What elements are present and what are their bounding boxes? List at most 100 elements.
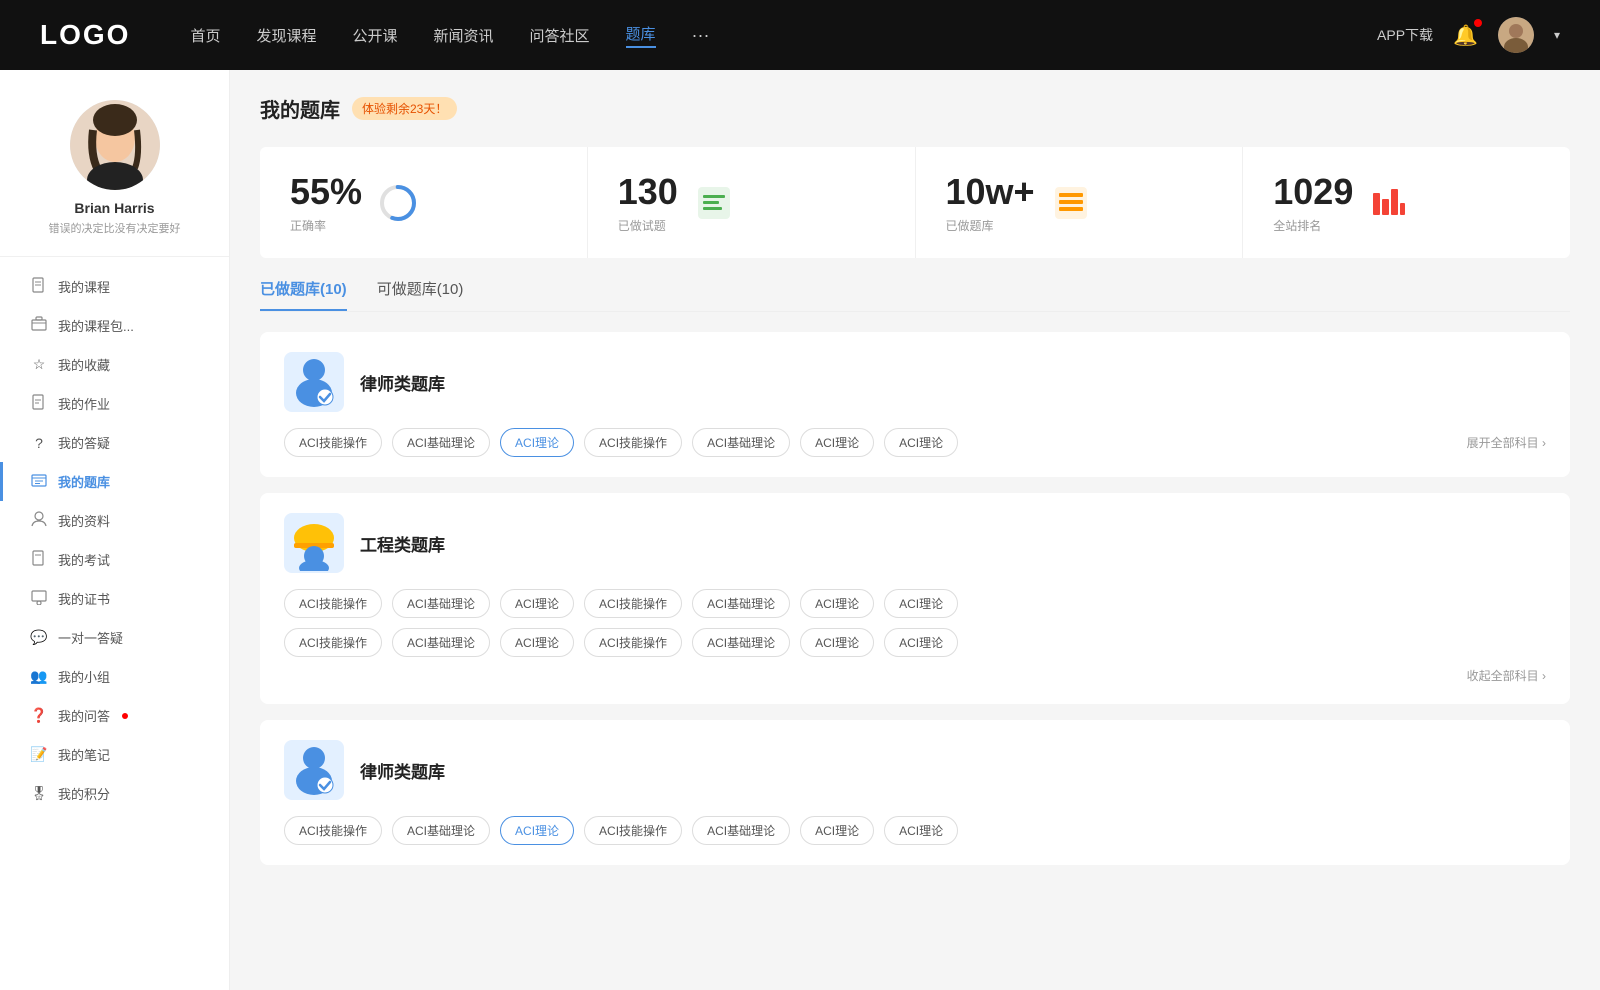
certificate-icon (30, 589, 48, 608)
points-icon: 🎖 (30, 785, 48, 802)
sidebar-item-homework[interactable]: 我的作业 (0, 384, 229, 423)
stat-accuracy: 55% 正确率 (260, 147, 588, 258)
tag-item[interactable]: ACI基础理论 (392, 628, 490, 657)
bank-card-header: 律师类题库 (284, 740, 1546, 800)
sidebar-item-label: 我的考试 (58, 550, 110, 569)
tag-item[interactable]: ACI基础理论 (692, 428, 790, 457)
tag-item[interactable]: ACI理论 (500, 589, 574, 618)
main-content: 我的题库 体验剩余23天！ 55% 正确率 (230, 70, 1600, 990)
tag-item[interactable]: ACI技能操作 (284, 628, 382, 657)
tag-item[interactable]: ACI基础理论 (392, 589, 490, 618)
sidebar-item-my-courses[interactable]: 我的课程 (0, 267, 229, 306)
tag-item[interactable]: ACI理论 (884, 816, 958, 845)
tag-item-active[interactable]: ACI理论 (500, 428, 574, 457)
nav-home[interactable]: 首页 (190, 25, 220, 46)
stat-ranking-value: 1029 (1273, 171, 1353, 213)
navbar-right: APP下载 🔔 ▾ (1377, 17, 1560, 53)
accuracy-chart-icon (378, 183, 418, 223)
dropdown-arrow-icon[interactable]: ▾ (1554, 28, 1560, 42)
tag-item[interactable]: ACI理论 (500, 628, 574, 657)
sidebar-motto: 错误的决定比没有决定要好 (20, 220, 209, 236)
bank-card-header: 工程类题库 (284, 513, 1546, 573)
tag-item[interactable]: ACI技能操作 (284, 428, 382, 457)
bank-icon (30, 472, 48, 491)
tag-item[interactable]: ACI基础理论 (692, 589, 790, 618)
tag-item[interactable]: ACI基础理论 (692, 816, 790, 845)
tag-item[interactable]: ACI技能操作 (584, 628, 682, 657)
sidebar-item-qa[interactable]: ? 我的答疑 (0, 423, 229, 462)
tag-item[interactable]: ACI理论 (800, 816, 874, 845)
tab-done-banks[interactable]: 已做题库(10) (260, 278, 347, 311)
tag-item[interactable]: ACI理论 (884, 628, 958, 657)
tabs-row: 已做题库(10) 可做题库(10) (260, 278, 1570, 312)
bank-card-engineer: 工程类题库 ACI技能操作 ACI基础理论 ACI理论 ACI技能操作 ACI基… (260, 493, 1570, 704)
notification-bell-icon[interactable]: 🔔 (1453, 23, 1478, 48)
tag-item-active[interactable]: ACI理论 (500, 816, 574, 845)
tag-item[interactable]: ACI技能操作 (584, 589, 682, 618)
bank-card-title: 律师类题库 (360, 370, 445, 395)
questions-icon: ❓ (30, 707, 48, 724)
sidebar-item-my-questions[interactable]: ❓ 我的问答 (0, 696, 229, 735)
ranking-chart-icon (1369, 183, 1409, 223)
sidebar-item-label: 我的资料 (58, 511, 110, 530)
sidebar-item-course-package[interactable]: 我的课程包... (0, 306, 229, 345)
tag-item[interactable]: ACI基础理论 (392, 428, 490, 457)
nav-open-course[interactable]: 公开课 (352, 25, 397, 46)
tag-item[interactable]: ACI理论 (884, 589, 958, 618)
course-icon (30, 277, 48, 296)
tag-item[interactable]: ACI技能操作 (284, 816, 382, 845)
bank-card-title: 工程类题库 (360, 531, 445, 556)
stat-done-q-value: 130 (618, 171, 678, 213)
stat-done-b-label: 已做题库 (946, 217, 1035, 234)
tag-item[interactable]: ACI理论 (800, 589, 874, 618)
collapse-link[interactable]: 收起全部科目 › (284, 667, 1546, 684)
sidebar-item-one-on-one[interactable]: 💬 一对一答疑 (0, 618, 229, 657)
notification-badge (1474, 19, 1482, 27)
tag-item[interactable]: ACI基础理论 (692, 628, 790, 657)
sidebar-item-question-bank[interactable]: 我的题库 (0, 462, 229, 501)
sidebar-item-profile[interactable]: 我的资料 (0, 501, 229, 540)
stat-done-b-value: 10w+ (946, 171, 1035, 213)
sidebar-item-label: 我的课程 (58, 277, 110, 296)
stat-done-questions: 130 已做试题 (588, 147, 916, 258)
sidebar-username: Brian Harris (20, 200, 209, 216)
sidebar-item-label: 一对一答疑 (58, 628, 123, 647)
layout: Brian Harris 错误的决定比没有决定要好 我的课程 我的课程包... … (0, 70, 1600, 990)
app-download-button[interactable]: APP下载 (1377, 25, 1433, 45)
sidebar-item-my-points[interactable]: 🎖 我的积分 (0, 774, 229, 813)
avatar[interactable] (1498, 17, 1534, 53)
questions-chart-icon (694, 183, 734, 223)
banks-chart-icon (1051, 183, 1091, 223)
sidebar-item-exam[interactable]: 我的考试 (0, 540, 229, 579)
homework-icon (30, 394, 48, 413)
profile-icon (30, 511, 48, 530)
tag-item[interactable]: ACI技能操作 (284, 589, 382, 618)
lawyer-bank-icon-2 (284, 740, 344, 800)
sidebar-item-label: 我的题库 (58, 472, 110, 491)
stat-accuracy-value: 55% (290, 171, 362, 213)
nav-more[interactable]: ··· (692, 25, 710, 46)
tag-item[interactable]: ACI理论 (884, 428, 958, 457)
tag-item[interactable]: ACI理论 (800, 428, 874, 457)
tags-row-1: ACI技能操作 ACI基础理论 ACI理论 ACI技能操作 ACI基础理论 AC… (284, 589, 1546, 618)
sidebar-item-label: 我的笔记 (58, 745, 110, 764)
stat-ranking: 1029 全站排名 (1243, 147, 1570, 258)
tag-item[interactable]: ACI基础理论 (392, 816, 490, 845)
tab-available-banks[interactable]: 可做题库(10) (377, 278, 464, 311)
tag-item[interactable]: ACI技能操作 (584, 428, 682, 457)
sidebar-item-certificate[interactable]: 我的证书 (0, 579, 229, 618)
tag-item[interactable]: ACI理论 (800, 628, 874, 657)
navbar-logo: LOGO (40, 19, 130, 51)
nav-news[interactable]: 新闻资讯 (434, 25, 494, 46)
nav-discover[interactable]: 发现课程 (256, 25, 316, 46)
stats-row: 55% 正确率 130 已做试题 (260, 147, 1570, 258)
sidebar-item-favorites[interactable]: ☆ 我的收藏 (0, 345, 229, 384)
sidebar-item-my-group[interactable]: 👥 我的小组 (0, 657, 229, 696)
expand-link[interactable]: 展开全部科目 › (1467, 434, 1546, 451)
navbar: LOGO 首页 发现课程 公开课 新闻资讯 问答社区 题库 ··· APP下载 … (0, 0, 1600, 70)
tag-item[interactable]: ACI技能操作 (584, 816, 682, 845)
nav-qa[interactable]: 问答社区 (530, 25, 590, 46)
sidebar-item-my-notes[interactable]: 📝 我的笔记 (0, 735, 229, 774)
nav-question-bank[interactable]: 题库 (626, 23, 656, 48)
package-icon (30, 316, 48, 335)
